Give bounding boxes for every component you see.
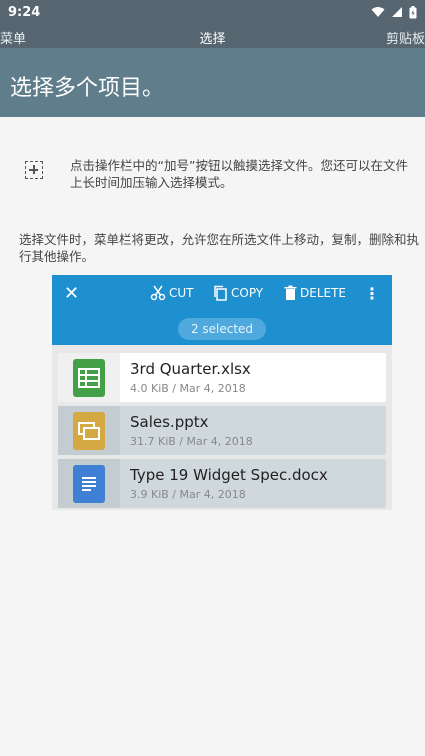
file-name: 3rd Quarter.xlsx xyxy=(130,359,251,378)
clipboard-link[interactable]: 剪贴板 xyxy=(386,28,425,47)
page-header: 选择多个项目。 xyxy=(0,48,425,117)
cut-action: CUT xyxy=(150,285,194,301)
status-time: 9:24 xyxy=(8,4,41,20)
description-text: 选择文件时，菜单栏将更改，允许您在所选文件上移动，复制，删除和执行其他操作。 xyxy=(19,232,420,264)
file-row: 3rd Quarter.xlsx 4.0 KiB / Mar 4, 2018 xyxy=(58,353,386,402)
file-info: Type 19 Widget Spec.docx 3.9 KiB / Mar 4… xyxy=(120,466,328,502)
file-name: Sales.pptx xyxy=(130,412,209,431)
wifi-icon xyxy=(371,7,385,17)
cut-label: CUT xyxy=(169,286,194,300)
battery-icon xyxy=(409,5,417,18)
page-title: 选择多个项目。 xyxy=(10,76,165,101)
tip-text: 点击操作栏中的“加号”按钮以触摸选择文件。您还可以在文件上长时间加压输入选择模式… xyxy=(70,158,408,190)
close-icon: ✕ xyxy=(64,283,80,304)
file-info: 3rd Quarter.xlsx 4.0 KiB / Mar 4, 2018 xyxy=(120,360,251,396)
file-name: Type 19 Widget Spec.docx xyxy=(130,465,328,484)
trash-icon xyxy=(284,285,297,300)
signal-icon xyxy=(392,7,402,17)
nav-title: 选择 xyxy=(199,32,226,47)
delete-action: DELETE xyxy=(284,285,346,301)
presentation-icon xyxy=(73,411,105,450)
file-row: Type 19 Widget Spec.docx 3.9 KiB / Mar 4… xyxy=(58,459,386,508)
spreadsheet-icon xyxy=(73,358,105,397)
file-row: Sales.pptx 31.7 KiB / Mar 4, 2018 xyxy=(58,406,386,455)
selection-demo-illustration: ✕ CUT COPY DELETE ⋮ 2 selected 3rd Quart… xyxy=(52,275,392,510)
content-area: 点击操作栏中的“加号”按钮以触摸选择文件。您还可以在文件上长时间加压输入选择模式… xyxy=(0,117,425,754)
file-thumbnail xyxy=(58,406,120,455)
copy-icon xyxy=(214,285,227,301)
top-nav: 菜单 选择 剪贴板 xyxy=(0,24,425,48)
copy-action: COPY xyxy=(213,285,263,301)
selected-count-badge: 2 selected xyxy=(178,318,266,340)
copy-label: COPY xyxy=(231,286,264,300)
file-meta: 3.9 KiB / Mar 4, 2018 xyxy=(130,487,246,501)
file-meta: 31.7 KiB / Mar 4, 2018 xyxy=(130,434,253,448)
document-icon xyxy=(73,464,105,503)
file-thumbnail xyxy=(58,353,120,402)
delete-label: DELETE xyxy=(300,286,347,300)
file-list: 3rd Quarter.xlsx 4.0 KiB / Mar 4, 2018 S… xyxy=(58,353,386,512)
more-options-icon: ⋮ xyxy=(364,284,380,303)
file-info: Sales.pptx 31.7 KiB / Mar 4, 2018 xyxy=(120,413,253,449)
add-selection-icon xyxy=(25,161,43,179)
status-icons xyxy=(371,5,417,19)
file-meta: 4.0 KiB / Mar 4, 2018 xyxy=(130,381,246,395)
scissors-icon xyxy=(150,285,166,301)
file-thumbnail xyxy=(58,459,120,508)
status-bar: 9:24 xyxy=(0,0,425,24)
demo-toolbar: ✕ CUT COPY DELETE ⋮ 2 selected xyxy=(52,275,392,345)
